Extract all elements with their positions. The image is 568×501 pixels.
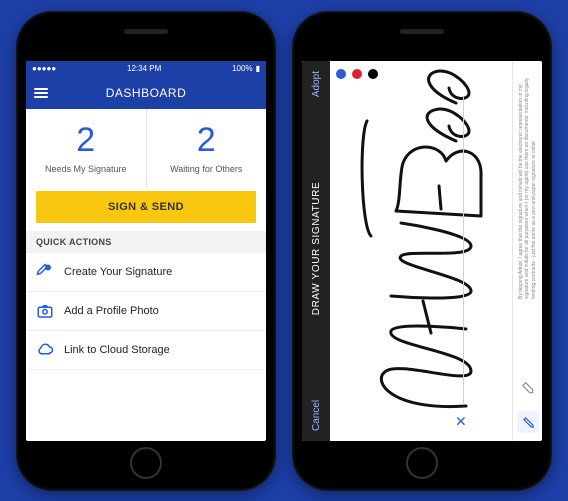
count-needs-signature[interactable]: 2 Needs My Signature (26, 109, 146, 187)
signature-nav-bar: Cancel DRAW YOUR SIGNATURE Adopt (302, 61, 330, 441)
cloud-icon (36, 341, 54, 359)
signature-stroke (330, 61, 512, 441)
count-label: Needs My Signature (45, 164, 127, 174)
status-time: 12:34 PM (127, 64, 161, 73)
qa-add-profile-photo[interactable]: Add a Profile Photo (26, 292, 266, 331)
qa-link-cloud-storage[interactable]: Link to Cloud Storage (26, 331, 266, 370)
camera-icon (36, 302, 54, 320)
signature-canvas[interactable]: ✕ (330, 61, 512, 441)
qa-label: Create Your Signature (64, 266, 172, 278)
signature-baseline (463, 97, 464, 405)
adopt-button[interactable]: Adopt (311, 71, 322, 97)
dashboard-screen: ●●●●● 12:34 PM 100% ▮ DASHBOARD 2 Needs … (26, 61, 266, 441)
count-label: Waiting for Others (170, 164, 242, 174)
signature-title: DRAW YOUR SIGNATURE (311, 181, 322, 314)
phone-frame-right: Cancel DRAW YOUR SIGNATURE Adopt ✕ (292, 11, 552, 491)
phone-frame-left: ●●●●● 12:34 PM 100% ▮ DASHBOARD 2 Needs … (16, 11, 276, 491)
qa-label: Add a Profile Photo (64, 305, 159, 317)
quick-actions-header: QUICK ACTIONS (26, 231, 266, 253)
erase-tool-button[interactable] (517, 377, 539, 399)
menu-icon[interactable] (34, 88, 48, 98)
count-value: 2 (76, 121, 95, 160)
qa-label: Link to Cloud Storage (64, 344, 170, 356)
battery-icon: ▮ (256, 64, 260, 73)
signature-screen: Cancel DRAW YOUR SIGNATURE Adopt ✕ (302, 61, 542, 441)
signature-x-mark-icon: ✕ (453, 415, 470, 427)
qa-create-signature[interactable]: Create Your Signature (26, 253, 266, 292)
count-value: 2 (197, 121, 216, 160)
count-waiting-others[interactable]: 2 Waiting for Others (146, 109, 267, 187)
draw-tool-button[interactable] (517, 411, 539, 433)
status-bar: ●●●●● 12:34 PM 100% ▮ (26, 61, 266, 77)
legal-disclaimer: By tapping Adopt, I agree that the signa… (518, 69, 538, 299)
cancel-button[interactable]: Cancel (311, 399, 322, 430)
pen-icon (36, 263, 54, 281)
counts-row: 2 Needs My Signature 2 Waiting for Other… (26, 109, 266, 187)
nav-bar: DASHBOARD (26, 77, 266, 109)
signature-toolbar: By tapping Adopt, I agree that the signa… (512, 61, 542, 441)
page-title: DASHBOARD (106, 86, 187, 100)
signal-dots-icon: ●●●●● (32, 64, 56, 73)
sign-and-send-button[interactable]: SIGN & SEND (36, 191, 256, 223)
battery-level: 100% (232, 64, 252, 73)
